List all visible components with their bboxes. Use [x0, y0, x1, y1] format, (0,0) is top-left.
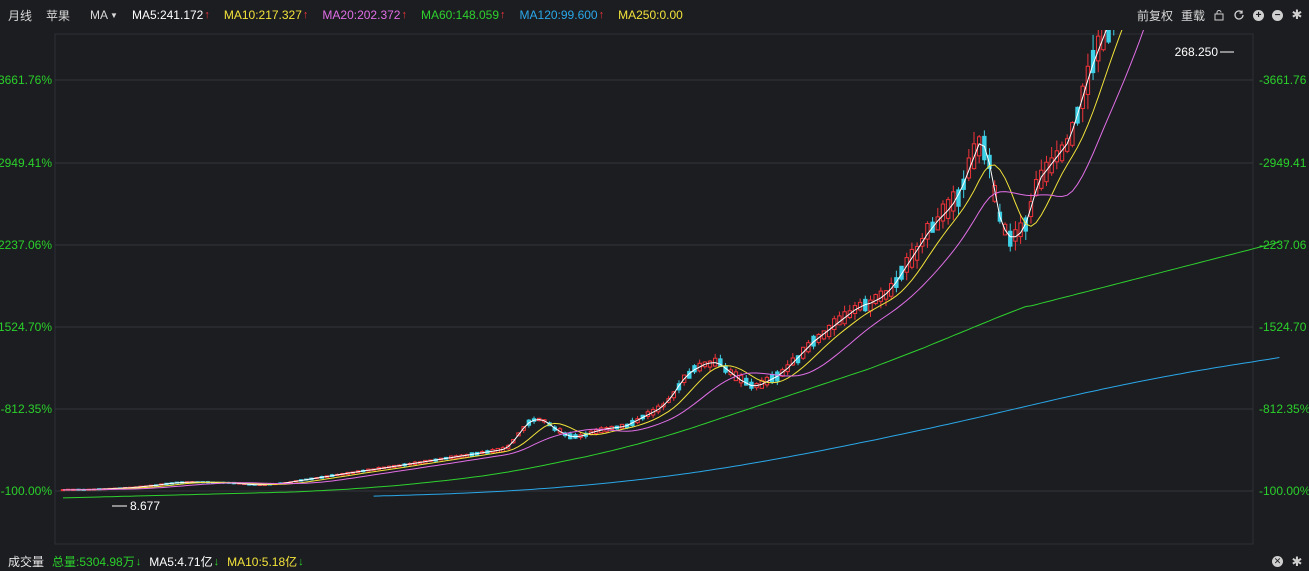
volume-header: 成交量 总量:5304.98万 ↓ MA5:4.71亿 ↓ MA10:5.18亿 ↓ … [0, 552, 1309, 571]
ma10-line [63, 30, 1123, 491]
volume-total-label: 总量:5304.98万 [52, 555, 135, 569]
ma-legend-item: MA20:202.372 ↑ [322, 8, 407, 22]
axis-tick-right: -2237.06 [1259, 238, 1307, 252]
caret-down-icon: ▼ [110, 10, 118, 20]
axis-tick-right: -3661.76 [1259, 73, 1307, 87]
ma-legend-label: MA20:202.372 [322, 8, 401, 22]
down-arrow-icon: ↓ [213, 555, 220, 568]
chart-tools: 前复权 重载 + − ✱ [1137, 0, 1303, 30]
candle-body [832, 318, 837, 331]
zoom-out-icon[interactable]: − [1272, 9, 1283, 21]
ma-legend-label: MA10:217.327 [223, 8, 302, 22]
ma-legend: MA5:241.172 ↑ MA10:217.327 ↑ MA20:202.372 ↑ MA… [118, 8, 683, 22]
volume-ma5-label: MA5:4.71亿 [149, 555, 213, 569]
close-icon[interactable]: ✕ [1272, 556, 1283, 567]
candlesticks [60, 30, 1115, 492]
volume-ma10: MA10:5.18亿 ↓ [227, 553, 304, 570]
ma-legend-item: MA60:148.059 ↑ [421, 8, 506, 22]
volume-ma10-label: MA10:5.18亿 [227, 555, 298, 569]
high-price-label: 268.250 [1175, 45, 1219, 59]
ma-legend-item: MA10:217.327 ↑ [224, 8, 309, 22]
axis-tick-right: -812.35% [1259, 402, 1309, 416]
chart-header: 月线 苹果 MA ▼ MA5:241.172 ↑ MA10:217.327 ↑ MA20… [0, 0, 1309, 30]
axis-tick-left: 2237.06% [0, 238, 52, 252]
volume-ma5: MA5:4.71亿 ↓ [149, 553, 219, 570]
ma-legend-item: MA250:0.00 [618, 8, 683, 22]
up-arrow-icon: ↑ [598, 9, 605, 21]
axis-labels: 3661.76% 2949.41% 2237.06% 1524.70% -812.35%… [0, 73, 1309, 498]
up-arrow-icon: ↑ [401, 9, 407, 21]
volume-tools: ✕ ✱ [1272, 552, 1303, 571]
settings-icon[interactable]: ✱ [1291, 554, 1303, 569]
axis-tick-right: -100.00% [1259, 484, 1309, 498]
up-arrow-icon: ↑ [500, 9, 506, 21]
axis-tick-left: 3661.76% [0, 73, 52, 87]
volume-title[interactable]: 成交量 [8, 553, 44, 570]
indicator-selector[interactable]: MA ▼ [90, 8, 118, 22]
axis-tick-left: -100.00% [1, 484, 53, 498]
plot-frame [54, 33, 1254, 545]
candle-body [1059, 144, 1065, 162]
ma-legend-label: MA5:241.172 [131, 8, 204, 22]
ma-legend-label: MA250:0.00 [618, 8, 683, 22]
axis-tick-left: 2949.41% [0, 156, 52, 170]
candle-body [878, 290, 884, 302]
ma-legend-label: MA60:148.059 [420, 8, 500, 22]
ma120-line [373, 357, 1280, 497]
down-arrow-icon: ↓ [135, 555, 142, 568]
settings-icon[interactable]: ✱ [1291, 7, 1303, 22]
period-label[interactable]: 月线 [8, 7, 32, 24]
candle-body [707, 360, 713, 368]
candle-body [935, 216, 940, 231]
symbol-label[interactable]: 苹果 [46, 7, 70, 24]
ma-legend-label: MA120:99.600 [519, 8, 598, 22]
ma-lines [62, 30, 1280, 499]
candle-body [982, 135, 987, 161]
indicator-label: MA [90, 8, 109, 22]
down-arrow-icon: ↓ [298, 555, 304, 568]
candle-body [940, 203, 946, 222]
ma-legend-item: MA5:241.172 ↑ [132, 8, 210, 22]
overlay-button[interactable]: 重载 [1181, 7, 1205, 24]
up-arrow-icon: ↑ [204, 9, 210, 21]
ma60-line [62, 241, 1280, 499]
refresh-icon[interactable] [1233, 9, 1245, 21]
low-price-label: 8.677 [130, 499, 160, 513]
axis-tick-left: -812.35% [1, 402, 53, 416]
candle-body [1106, 30, 1111, 43]
axis-tick-left: 1524.70% [0, 320, 52, 334]
grid-lines [54, 33, 1254, 545]
kline-chart[interactable]: 3661.76% 2949.41% 2237.06% 1524.70% -812.35%… [0, 30, 1309, 552]
lock-icon[interactable] [1213, 9, 1225, 21]
ma-legend-item: MA120:99.600 ↑ [520, 8, 605, 22]
up-arrow-icon: ↑ [302, 9, 309, 21]
annotations: 268.250 8.677 [112, 45, 1234, 513]
zoom-in-icon[interactable]: + [1253, 9, 1264, 21]
candle-body [873, 294, 878, 304]
candle-body [1008, 230, 1013, 247]
axis-tick-right: -2949.41 [1259, 156, 1307, 170]
axis-tick-right: -1524.70 [1259, 320, 1307, 334]
adjust-button[interactable]: 前复权 [1137, 7, 1173, 24]
candle-body [868, 299, 873, 312]
volume-total: 总量:5304.98万 ↓ [52, 553, 141, 570]
